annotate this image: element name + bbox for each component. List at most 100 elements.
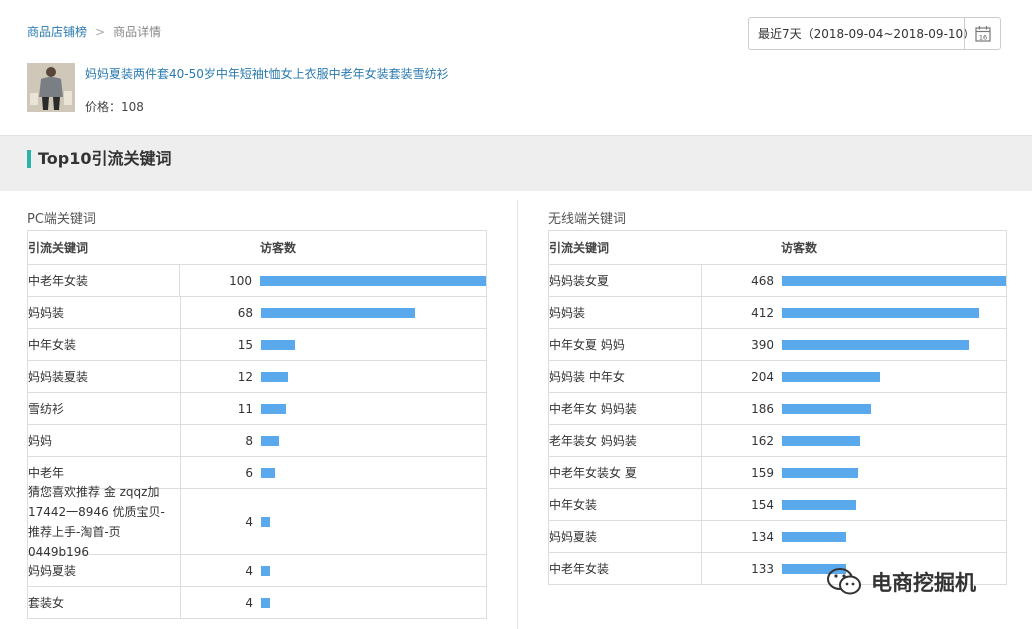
keyword-cell: 中年女装	[28, 329, 181, 360]
table-row: 中老年女装女 夏 159	[549, 457, 1006, 489]
table-row: 老年装女 妈妈装 162	[549, 425, 1006, 457]
calendar-button[interactable]: 16	[964, 18, 1000, 49]
calendar-day: 16	[978, 34, 986, 42]
date-range-picker[interactable]: 最近7天（2018-09-04~2018-09-10） 16	[748, 17, 1001, 50]
table-row: 套装女 4	[28, 587, 486, 619]
visitor-bar	[261, 597, 270, 608]
visitor-bar	[261, 371, 288, 382]
product-title-link[interactable]: 妈妈夏装两件套40-50岁中年短袖t恤女上衣服中老年女装套装雪纺衫	[85, 65, 449, 82]
bar-cell	[253, 489, 486, 554]
page-header: 商品店铺榜 > 商品详情 最近7天（2018-09-04~2018-09-10） 1…	[0, 0, 1032, 135]
visitor-count: 15	[237, 337, 253, 352]
table-row: 中老年女 妈妈装 186	[549, 393, 1006, 425]
table-row: 中老年女装 100	[28, 265, 486, 297]
breadcrumb-link-store-rank[interactable]: 商品店铺榜	[27, 25, 87, 39]
breadcrumb-current: 商品详情	[113, 25, 162, 39]
table-row: 妈妈夏装 134	[549, 521, 1006, 553]
breadcrumb-separator: >	[95, 25, 106, 39]
product-thumbnail[interactable]	[27, 63, 75, 112]
keyword-cell: 妈妈夏装	[28, 555, 181, 586]
mobile-keywords-table: 引流关键词 访客数 妈妈装女夏 468 妈妈装 412 中年女夏 妈妈 390 妈妈装 中年…	[548, 230, 1007, 585]
bar-cell	[774, 265, 1006, 296]
visitor-bar	[260, 275, 486, 286]
bar-cell	[253, 361, 486, 392]
keyword-cell: 猜您喜欢推荐 金 zqqz加17442一8946 优质宝贝-推荐上手-淘首-页0…	[28, 485, 181, 559]
table-row: 中年女装 154	[549, 489, 1006, 521]
table-row: 妈妈装 中年女 204	[549, 361, 1006, 393]
keyword-cell: 中老年女装	[28, 265, 181, 296]
keyword-cell: 中老年女装女 夏	[549, 457, 702, 488]
bar-cell	[253, 555, 486, 586]
bar-cell	[774, 297, 1006, 328]
keyword-cell: 雪纺衫	[28, 393, 181, 424]
keyword-cell: 妈妈装女夏	[549, 265, 702, 296]
keyword-cell: 妈妈装	[549, 297, 702, 328]
visitor-count: 412	[751, 305, 774, 320]
bar-cell	[774, 329, 1006, 360]
header-keyword: 引流关键词	[28, 241, 89, 255]
visitor-count: 4	[245, 595, 253, 610]
bar-cell	[774, 489, 1006, 520]
table-row: 中年女夏 妈妈 390	[549, 329, 1006, 361]
visitor-count: 4	[245, 514, 253, 529]
table-row: 中年女装 15	[28, 329, 486, 361]
watermark: 电商挖掘机	[825, 566, 976, 598]
visitor-count: 133	[751, 561, 774, 576]
visitor-bar	[782, 435, 860, 446]
table-row: 妈妈夏装 4	[28, 555, 486, 587]
table-header: 引流关键词 访客数	[28, 231, 486, 265]
bar-cell	[253, 425, 486, 456]
visitor-count: 159	[751, 465, 774, 480]
date-range-label[interactable]: 最近7天（2018-09-04~2018-09-10）	[749, 25, 975, 42]
table-row: 妈妈装女夏 468	[549, 265, 1006, 297]
visitor-count: 11	[237, 401, 253, 416]
keyword-cell: 中老年女装	[549, 553, 702, 584]
visitor-bar	[782, 307, 979, 318]
keyword-cell: 妈妈	[28, 425, 181, 456]
visitor-bar	[782, 499, 856, 510]
mobile-keywords-label: 无线端关键词	[548, 212, 627, 227]
visitor-count: 134	[751, 529, 774, 544]
bar-cell	[253, 393, 486, 424]
visitor-bar	[782, 371, 880, 382]
bar-cell	[774, 361, 1006, 392]
breadcrumb: 商品店铺榜 > 商品详情	[27, 23, 161, 40]
keyword-cell: 套装女	[28, 587, 181, 618]
header-visitors: 访客数	[260, 241, 297, 255]
header-keyword: 引流关键词	[549, 241, 610, 255]
keyword-cell: 中老年女 妈妈装	[549, 393, 702, 424]
watermark-text: 电商挖掘机	[871, 571, 976, 595]
visitor-count: 468	[751, 273, 774, 288]
table-row: 妈妈装 68	[28, 297, 486, 329]
visitor-count: 68	[237, 305, 253, 320]
visitor-bar	[261, 435, 279, 446]
visitor-count: 204	[751, 369, 774, 384]
visitor-count: 390	[751, 337, 774, 352]
table-row: 雪纺衫 11	[28, 393, 486, 425]
visitor-count: 186	[751, 401, 774, 416]
visitor-count: 8	[245, 433, 253, 448]
visitor-bar	[782, 275, 1006, 286]
visitor-bar	[782, 339, 969, 350]
visitor-count: 12	[237, 369, 253, 384]
section-title: Top10引流关键词	[27, 150, 172, 168]
visitor-bar	[261, 467, 275, 478]
bar-cell	[252, 265, 486, 296]
visitor-count: 100	[229, 273, 252, 288]
bar-cell	[253, 457, 486, 488]
visitor-bar	[261, 339, 295, 350]
keyword-cell: 妈妈装夏装	[28, 361, 181, 392]
visitor-bar	[261, 403, 286, 414]
visitor-bar	[261, 516, 270, 527]
bar-cell	[774, 393, 1006, 424]
visitor-bar	[261, 565, 270, 576]
column-divider	[517, 200, 518, 629]
keyword-cell: 妈妈装	[28, 297, 181, 328]
bar-cell	[253, 587, 486, 618]
wechat-icon	[827, 568, 861, 595]
visitor-count: 6	[245, 465, 253, 480]
bar-cell	[774, 457, 1006, 488]
visitor-count: 162	[751, 433, 774, 448]
visitor-bar	[782, 403, 871, 414]
pc-keywords-label: PC端关键词	[27, 212, 96, 227]
